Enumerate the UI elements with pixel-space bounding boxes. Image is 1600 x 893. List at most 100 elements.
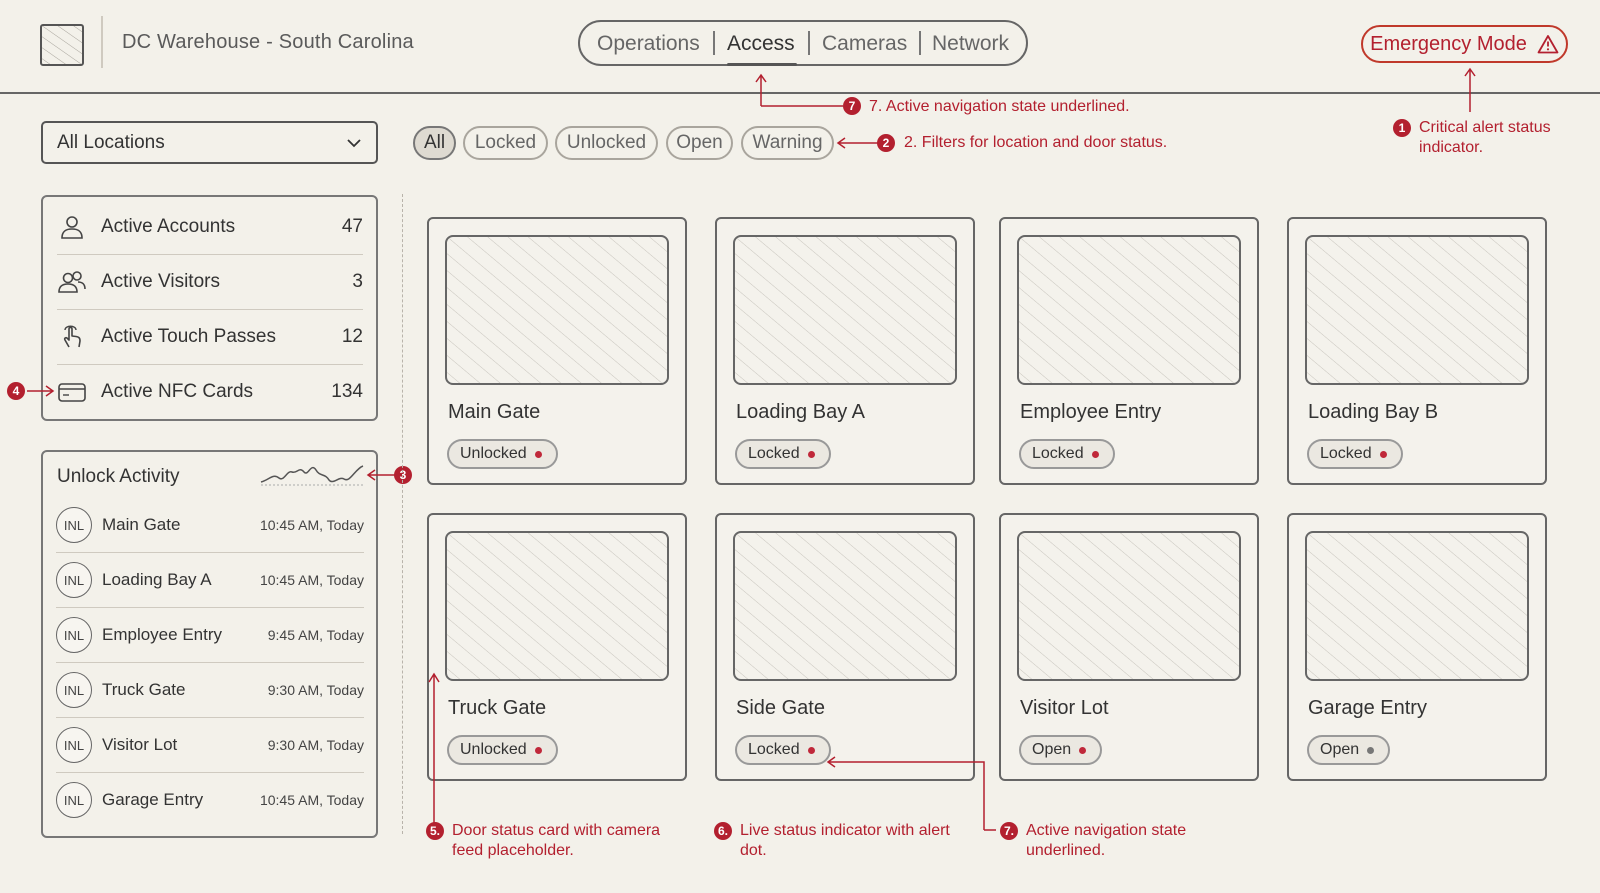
door-card[interactable]: Main Gate Unlocked (427, 217, 687, 485)
nav-separator (808, 31, 810, 55)
tab-access[interactable]: Access (727, 32, 795, 56)
door-card[interactable]: Garage Entry Open (1287, 513, 1547, 781)
annotation-badge: 1 (1393, 119, 1411, 137)
stat-label: Active Accounts (101, 216, 236, 237)
door-card[interactable]: Loading Bay B Locked (1287, 217, 1547, 485)
door-name: Loading Bay A (736, 401, 865, 423)
camera-feed-placeholder (1305, 235, 1529, 385)
camera-feed-placeholder (733, 235, 957, 385)
user-icon (57, 212, 87, 242)
door-card[interactable]: Visitor Lot Open (999, 513, 1259, 781)
activity-label: Employee Entry (102, 625, 222, 644)
activity-time: 10:45 AM, Today (259, 792, 364, 808)
filter-locked[interactable]: Locked (463, 126, 548, 160)
annotation-badge: 2 (877, 134, 895, 152)
unlock-activity-title: Unlock Activity (57, 466, 180, 487)
status-dot-icon (534, 746, 542, 754)
filter-unlocked[interactable]: Unlocked (555, 126, 658, 160)
sparkline-icon (260, 465, 364, 486)
door-card[interactable]: Loading Bay A Locked (715, 217, 975, 485)
annotation-badge: 4 (7, 382, 25, 400)
stat-value: 12 (341, 326, 363, 347)
column-divider (402, 194, 403, 834)
activity-item[interactable]: INL Loading Bay A 10:45 AM, Today (56, 553, 364, 608)
warning-triangle-icon (1537, 34, 1559, 54)
status-label: Locked (1320, 445, 1372, 462)
activity-item[interactable]: INL Main Gate 10:45 AM, Today (56, 498, 364, 553)
status-badge[interactable]: Open (1019, 735, 1103, 765)
annotation-arrow (755, 73, 843, 107)
stat-value: 3 (352, 271, 363, 292)
door-name: Visitor Lot (1020, 697, 1109, 719)
tab-operations[interactable]: Operations (597, 32, 700, 56)
camera-feed-placeholder (445, 235, 669, 385)
activity-time: 9:45 AM, Today (267, 627, 364, 643)
status-badge[interactable]: Unlocked (447, 439, 558, 469)
stat-active-nfc-cards[interactable]: Active NFC Cards 134 (57, 365, 363, 419)
stat-label: Active NFC Cards (101, 381, 254, 402)
activity-label: Loading Bay A (102, 570, 212, 589)
nav-separator (919, 31, 921, 55)
camera-feed-placeholder (1017, 531, 1241, 681)
activity-item[interactable]: INL Garage Entry 10:45 AM, Today (56, 773, 364, 827)
emergency-mode-button[interactable]: Emergency Mode (1361, 25, 1568, 63)
door-name: Truck Gate (448, 697, 547, 719)
filter-open[interactable]: Open (666, 126, 733, 160)
filter-warning[interactable]: Warning (741, 126, 834, 160)
door-name: Side Gate (736, 697, 825, 719)
avatar: INL (56, 782, 92, 818)
stat-active-accounts[interactable]: Active Accounts 47 (57, 200, 363, 255)
camera-feed-placeholder (733, 531, 957, 681)
camera-feed-placeholder (1017, 235, 1241, 385)
status-badge[interactable]: Locked (735, 735, 831, 765)
activity-time: 9:30 AM, Today (267, 737, 364, 753)
stat-active-touch-passes[interactable]: Active Touch Passes 12 (57, 310, 363, 365)
stat-value: 134 (331, 381, 363, 402)
annotation-badge: 5. (426, 822, 444, 840)
activity-time: 10:45 AM, Today (259, 572, 364, 588)
status-badge[interactable]: Unlocked (447, 735, 558, 765)
status-badge[interactable]: Locked (1307, 439, 1403, 469)
stat-active-visitors[interactable]: Active Visitors 3 (57, 255, 363, 310)
location-select-value: All Locations (57, 131, 165, 153)
stat-label: Active Touch Passes (101, 326, 276, 347)
door-card[interactable]: Truck Gate Unlocked (427, 513, 687, 781)
filter-all[interactable]: All (413, 126, 456, 160)
status-label: Locked (1032, 445, 1084, 462)
activity-item[interactable]: INL Employee Entry 9:45 AM, Today (56, 608, 364, 663)
activity-label: Main Gate (102, 515, 181, 534)
activity-time: 9:30 AM, Today (267, 682, 364, 698)
activity-label: Visitor Lot (102, 735, 178, 754)
annotation-badge: 6. (714, 822, 732, 840)
status-label: Unlocked (460, 445, 527, 462)
tab-network[interactable]: Network (932, 32, 1009, 56)
status-badge[interactable]: Open (1307, 735, 1391, 765)
activity-item[interactable]: INL Visitor Lot 9:30 AM, Today (56, 718, 364, 773)
door-card[interactable]: Employee Entry Locked (999, 217, 1259, 485)
status-dot-icon (1379, 450, 1387, 458)
avatar: INL (56, 727, 92, 763)
avatar: INL (56, 617, 92, 653)
status-badge[interactable]: Locked (1019, 439, 1115, 469)
camera-feed-placeholder (1305, 531, 1529, 681)
door-name: Garage Entry (1308, 697, 1427, 719)
status-badge[interactable]: Locked (735, 439, 831, 469)
activity-item[interactable]: INL Truck Gate 9:30 AM, Today (56, 663, 364, 718)
tab-cameras[interactable]: Cameras (822, 32, 907, 56)
stat-value: 47 (341, 216, 363, 237)
annotation-badge: 3 (394, 466, 412, 484)
annotation-arrow (27, 385, 55, 397)
status-label: Locked (748, 741, 800, 758)
status-dot-icon (807, 450, 815, 458)
stat-label: Active Visitors (101, 271, 220, 292)
status-label: Open (1032, 741, 1072, 758)
annotation-text: 7. Active navigation state underlined. (869, 98, 1130, 115)
active-tab-underline (727, 63, 797, 66)
users-icon (57, 267, 87, 297)
location-select[interactable]: All Locations (41, 121, 378, 164)
stats-list: Active Accounts 47 Active Visitors 3 Act… (57, 200, 363, 419)
door-card[interactable]: Side Gate Locked (715, 513, 975, 781)
status-dot-icon (1091, 450, 1099, 458)
annotation-text: Active navigation state underlined. (1026, 822, 1187, 859)
door-name: Loading Bay B (1308, 401, 1439, 423)
